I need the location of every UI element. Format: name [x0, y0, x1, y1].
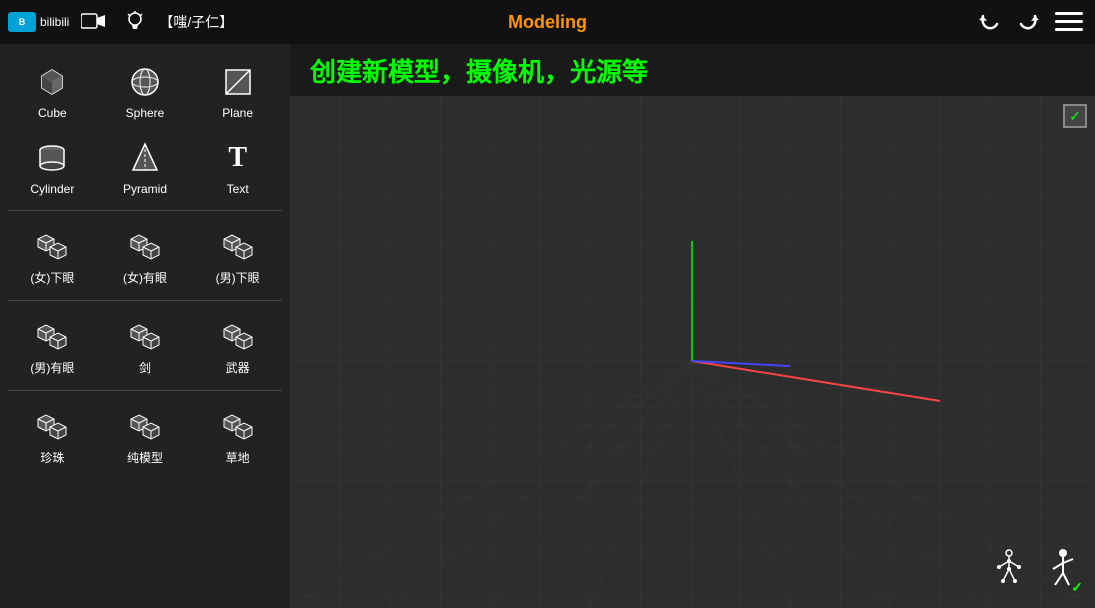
pyramid-label: Pyramid — [123, 182, 167, 196]
text-label: Text — [227, 182, 249, 196]
pearl-label: 珍珠 — [40, 449, 64, 466]
video-icon[interactable] — [75, 4, 111, 40]
viewport-checkbox[interactable]: ✓ — [1063, 104, 1087, 128]
pyramid-icon — [125, 138, 165, 178]
male-upper-eye-label: (男)有眼 — [30, 359, 74, 376]
male-lower-eye-label: (男)下眼 — [216, 269, 260, 286]
menu-button[interactable] — [1051, 4, 1087, 40]
custom-models-row2: (男)有眼 剑 — [8, 307, 282, 382]
divider-3 — [8, 390, 282, 391]
grass-icon — [218, 405, 258, 445]
sidebar-item-cylinder[interactable]: Cylinder — [8, 130, 97, 202]
redo-button[interactable] — [1011, 4, 1047, 40]
custom-models-row3: 珍珠 纯模型 — [8, 397, 282, 472]
sword-icon — [125, 315, 165, 355]
male-lower-eye-icon — [218, 225, 258, 265]
sphere-icon — [125, 62, 165, 102]
bilibili-logo-box: B — [8, 12, 36, 32]
subtitle-text: 创建新模型，摄像机，光源等 — [310, 52, 648, 89]
sidebar-item-female-lower-eye[interactable]: (女)下眼 — [8, 217, 97, 292]
sidebar-item-pyramid[interactable]: Pyramid — [101, 130, 190, 202]
grass-label: 草地 — [226, 449, 250, 466]
header-title: Modeling — [508, 12, 587, 33]
divider-1 — [8, 210, 282, 211]
header-right — [971, 4, 1095, 40]
female-upper-eye-icon — [125, 225, 165, 265]
female-upper-eye-label: (女)有眼 — [123, 269, 167, 286]
cube-label: Cube — [38, 106, 67, 120]
sidebar-item-sphere[interactable]: Sphere — [101, 54, 190, 126]
sidebar-item-pure-model[interactable]: 纯模型 — [101, 397, 190, 472]
cube-icon — [32, 62, 72, 102]
channel-name: 【嗤/子仁】 — [159, 12, 233, 32]
weapon-icon — [218, 315, 258, 355]
sidebar-item-male-lower-eye[interactable]: (男)下眼 — [193, 217, 282, 292]
sidebar: Cube Sphere Plane — [0, 44, 290, 608]
skeleton-button[interactable] — [985, 545, 1033, 598]
pure-model-icon — [125, 405, 165, 445]
viewport[interactable]: ✓ — [290, 96, 1095, 608]
pearl-icon — [32, 405, 72, 445]
divider-2 — [8, 300, 282, 301]
bilibili-text: bilibili — [40, 15, 69, 29]
basic-shapes-section: Cube Sphere Plane — [8, 54, 282, 202]
weapon-label: 武器 — [226, 359, 250, 376]
male-upper-eye-icon — [32, 315, 72, 355]
sphere-label: Sphere — [126, 106, 165, 120]
sidebar-item-pearl[interactable]: 珍珠 — [8, 397, 97, 472]
undo-button[interactable] — [971, 4, 1007, 40]
female-lower-eye-icon — [32, 225, 72, 265]
skeleton-icon — [985, 545, 1033, 593]
text-icon: T — [218, 138, 258, 178]
female-lower-eye-label: (女)下眼 — [30, 269, 74, 286]
subtitle-bar: 创建新模型，摄像机，光源等 — [290, 44, 1095, 96]
sidebar-item-text[interactable]: T Text — [193, 130, 282, 202]
sidebar-item-female-upper-eye[interactable]: (女)有眼 — [101, 217, 190, 292]
person-button[interactable]: ✓ — [1041, 545, 1085, 598]
grid-canvas — [290, 96, 1095, 608]
viewport-bottom-right-icons: ✓ — [985, 545, 1085, 598]
sword-label: 剑 — [139, 359, 151, 376]
plane-label: Plane — [222, 106, 253, 120]
bulb-icon[interactable] — [117, 4, 153, 40]
header-bar: B bilibili 【嗤/子仁】 Modeling — [0, 0, 1095, 44]
plane-icon — [218, 62, 258, 102]
custom-models-row1: (女)下眼 (女)有眼 — [8, 217, 282, 292]
header-left: B bilibili 【嗤/子仁】 — [0, 4, 233, 40]
bilibili-logo: B bilibili — [8, 12, 69, 32]
sidebar-item-male-upper-eye[interactable]: (男)有眼 — [8, 307, 97, 382]
sidebar-item-plane[interactable]: Plane — [193, 54, 282, 126]
cylinder-icon — [32, 138, 72, 178]
sidebar-item-cube[interactable]: Cube — [8, 54, 97, 126]
sidebar-item-grass[interactable]: 草地 — [193, 397, 282, 472]
cylinder-label: Cylinder — [30, 182, 74, 196]
sidebar-item-sword[interactable]: 剑 — [101, 307, 190, 382]
pure-model-label: 纯模型 — [127, 449, 163, 466]
sidebar-item-weapon[interactable]: 武器 — [193, 307, 282, 382]
